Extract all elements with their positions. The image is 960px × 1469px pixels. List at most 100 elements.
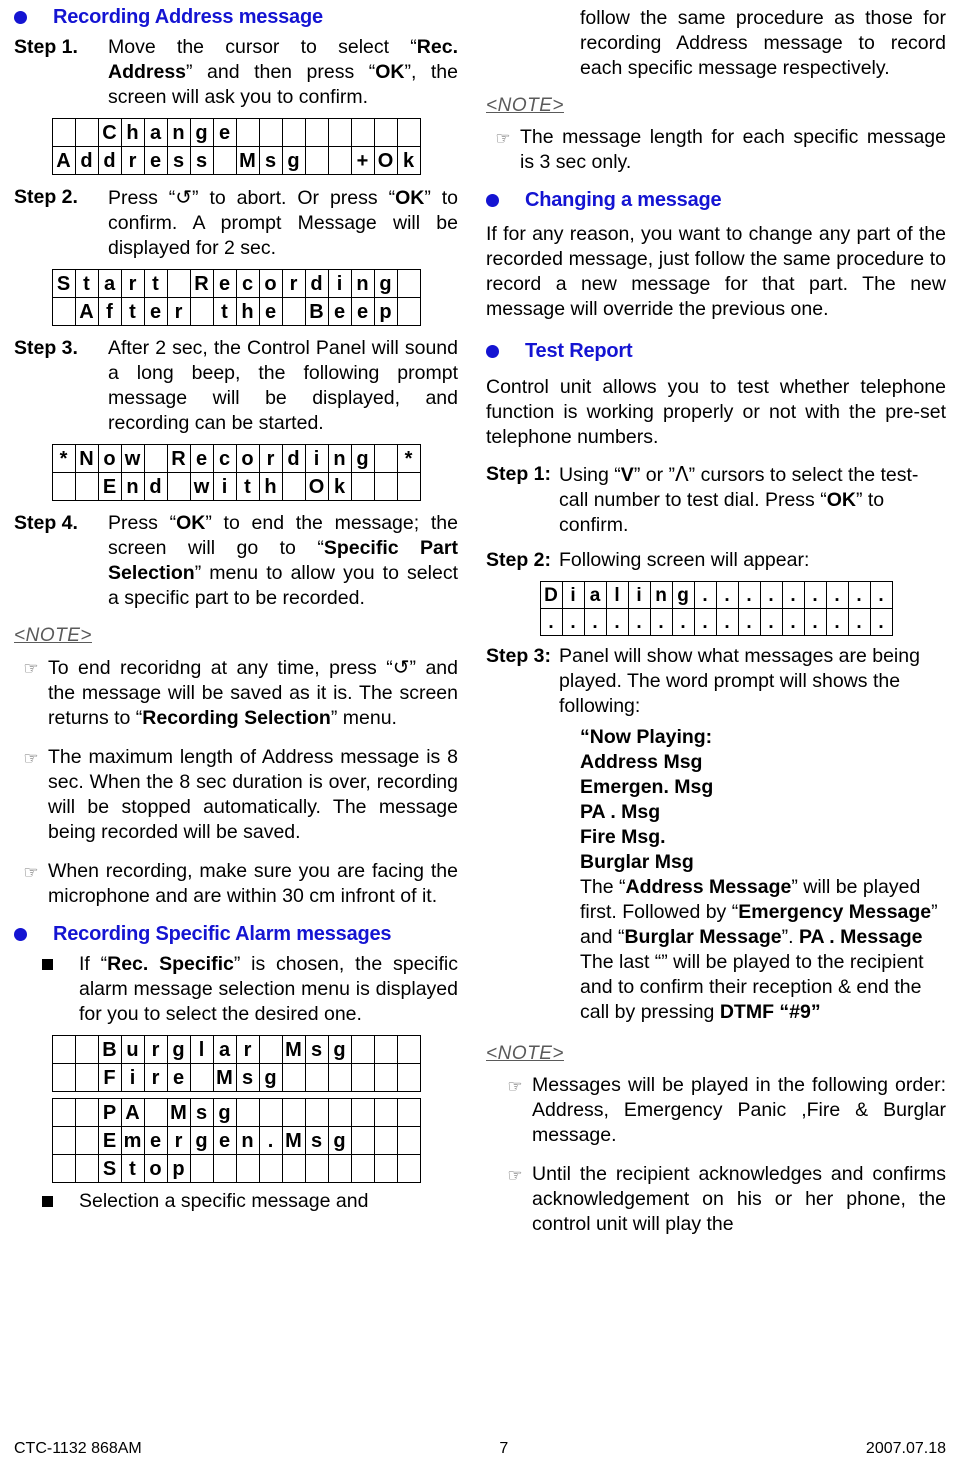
lcd-cell bbox=[189, 1063, 214, 1092]
note-text: To end recoridng at any time, press “↺ ” … bbox=[48, 655, 458, 731]
lcd-cell: s bbox=[166, 146, 191, 175]
lcd-cell: B bbox=[304, 297, 329, 326]
lcd-cell: . bbox=[759, 608, 783, 636]
lcd-cell: n bbox=[350, 269, 375, 298]
footer-page-number: 7 bbox=[499, 1440, 509, 1457]
abort-arrow-icon: ↺ bbox=[392, 655, 410, 679]
lcd-cell: o bbox=[143, 1154, 168, 1183]
lcd-cell: t bbox=[212, 297, 237, 326]
lcd-cell: R bbox=[189, 269, 214, 298]
lcd-display-dialing: Dialing......... ................ bbox=[486, 581, 946, 636]
lcd-cell: r bbox=[166, 297, 191, 326]
lcd-cell bbox=[212, 146, 237, 175]
lcd-cell bbox=[350, 1098, 375, 1127]
step-3: Step 3. After 2 sec, the Control Panel w… bbox=[14, 336, 458, 436]
lcd-cell: g bbox=[327, 1126, 352, 1155]
lcd-cell bbox=[327, 118, 352, 147]
lcd-cell: f bbox=[97, 297, 122, 326]
lcd-cell: g bbox=[373, 269, 398, 298]
lcd-cell bbox=[51, 1063, 76, 1092]
now-playing-line: Burglar Msg bbox=[580, 851, 694, 873]
lcd-grid-4: BurglarMsg FireMsg bbox=[51, 1035, 421, 1092]
lcd-cell: w bbox=[120, 444, 145, 473]
lcd-cell bbox=[74, 1098, 99, 1127]
now-playing-line: “Now Playing: bbox=[580, 726, 713, 748]
lcd-cell: a bbox=[212, 1035, 237, 1064]
test-step-2-body: Following screen will appear: bbox=[559, 549, 810, 571]
lcd-display-pa-emergen-stop: PAMsg Emergen.Msg Stop bbox=[14, 1098, 458, 1183]
pointing-hand-icon: ☞ bbox=[507, 1077, 523, 1096]
lcd-cell: s bbox=[304, 1035, 329, 1064]
lcd-cell: C bbox=[97, 118, 122, 147]
lcd-cell: o bbox=[97, 444, 122, 473]
lcd-cell: r bbox=[143, 1035, 168, 1064]
lcd-cell bbox=[51, 1098, 76, 1127]
po-b5-dtmf: DTMF “#9” bbox=[719, 1001, 821, 1023]
lcd-row: Stop bbox=[51, 1154, 421, 1183]
note-text: The message length for each specific mes… bbox=[520, 126, 946, 173]
step-1: Step 1. Move the cursor to select “Rec. … bbox=[14, 35, 458, 110]
test-step-1-text-pre: Using “ bbox=[559, 464, 621, 486]
right-column: follow the same procedure as those for r… bbox=[480, 0, 960, 1415]
note-item: ☞ Messages will be played in the followi… bbox=[486, 1073, 946, 1148]
step-2-text-pre: Press “ bbox=[108, 187, 176, 209]
lcd-cell: t bbox=[143, 269, 168, 298]
test-step-1-body: Using “V” or ”Λ” cursors to select the t… bbox=[559, 462, 946, 538]
lcd-cell: e bbox=[212, 1126, 237, 1155]
footer-date: 2007.07.18 bbox=[865, 1440, 946, 1457]
section-heading-recording-address: Recording Address message bbox=[14, 6, 458, 29]
test-report-paragraph: Control unit allows you to test whether … bbox=[486, 376, 946, 448]
lcd-cell: A bbox=[74, 297, 99, 326]
note-heading-right-1: <NOTE> bbox=[486, 95, 564, 116]
lcd-display-now-recording: * No w Re c o r d i n g * EndwithOk bbox=[14, 444, 458, 501]
lcd-cell bbox=[74, 1126, 99, 1155]
note-text-post: ” menu. bbox=[330, 707, 397, 729]
lcd-cell: o bbox=[258, 269, 283, 298]
lcd-cell bbox=[281, 1063, 306, 1092]
po-b3-burglar-message: Burglar Message bbox=[624, 926, 782, 948]
lcd-cell: r bbox=[120, 269, 145, 298]
lcd-cell bbox=[304, 1154, 329, 1183]
step-1-bold-ok: OK bbox=[375, 61, 405, 83]
lcd-cell bbox=[396, 1126, 421, 1155]
lcd-cell: t bbox=[120, 297, 145, 326]
lcd-cell: M bbox=[212, 1063, 237, 1092]
lcd-cell: . bbox=[803, 581, 827, 609]
lcd-cell bbox=[304, 118, 329, 147]
lcd-cell: n bbox=[120, 472, 145, 501]
note-heading-right-2: <NOTE> bbox=[486, 1043, 564, 1064]
lcd-cell bbox=[350, 1154, 375, 1183]
lcd-cell bbox=[327, 1098, 352, 1127]
lcd-cell bbox=[327, 146, 352, 175]
po-t4: ”. bbox=[781, 926, 799, 948]
note-text: The maximum length of Address message is… bbox=[48, 746, 458, 843]
test-step-3: Step 3: Panel will show what messages ar… bbox=[486, 644, 946, 719]
abort-arrow-icon: ↺ bbox=[175, 185, 193, 209]
now-playing-line: Fire Msg. bbox=[580, 826, 666, 848]
note-text: Messages will be played in the following… bbox=[532, 1074, 946, 1146]
lcd-cell: * bbox=[396, 444, 421, 473]
lcd-cell: . bbox=[825, 608, 849, 636]
lcd-cell: e bbox=[350, 297, 375, 326]
lcd-cell: k bbox=[396, 146, 421, 175]
lcd-cell: d bbox=[97, 146, 122, 175]
lcd-cell: p bbox=[166, 1154, 191, 1183]
lcd-cell: a bbox=[583, 581, 607, 609]
lcd-cell: u bbox=[120, 1035, 145, 1064]
lcd-cell bbox=[258, 1098, 283, 1127]
lcd-cell: e bbox=[189, 444, 214, 473]
lcd-cell bbox=[350, 472, 375, 501]
lcd-row: * No w Re c o r d i n g * bbox=[51, 444, 421, 473]
heading-text: Recording Specific Alarm messages bbox=[53, 923, 392, 945]
lcd-row: FireMsg bbox=[51, 1063, 421, 1092]
lcd-cell: m bbox=[120, 1126, 145, 1155]
note-item: ☞ When recording, make sure you are faci… bbox=[14, 859, 458, 909]
pointing-hand-icon: ☞ bbox=[23, 749, 39, 768]
playback-order-paragraph: The “Address Message” will be played fir… bbox=[580, 875, 946, 1025]
lcd-cell bbox=[373, 1098, 398, 1127]
blue-bullet-icon bbox=[486, 194, 499, 207]
lcd-cell bbox=[51, 472, 76, 501]
lcd-row: ................ bbox=[539, 608, 893, 636]
lcd-cell bbox=[396, 472, 421, 501]
lcd-cell: . bbox=[627, 608, 651, 636]
